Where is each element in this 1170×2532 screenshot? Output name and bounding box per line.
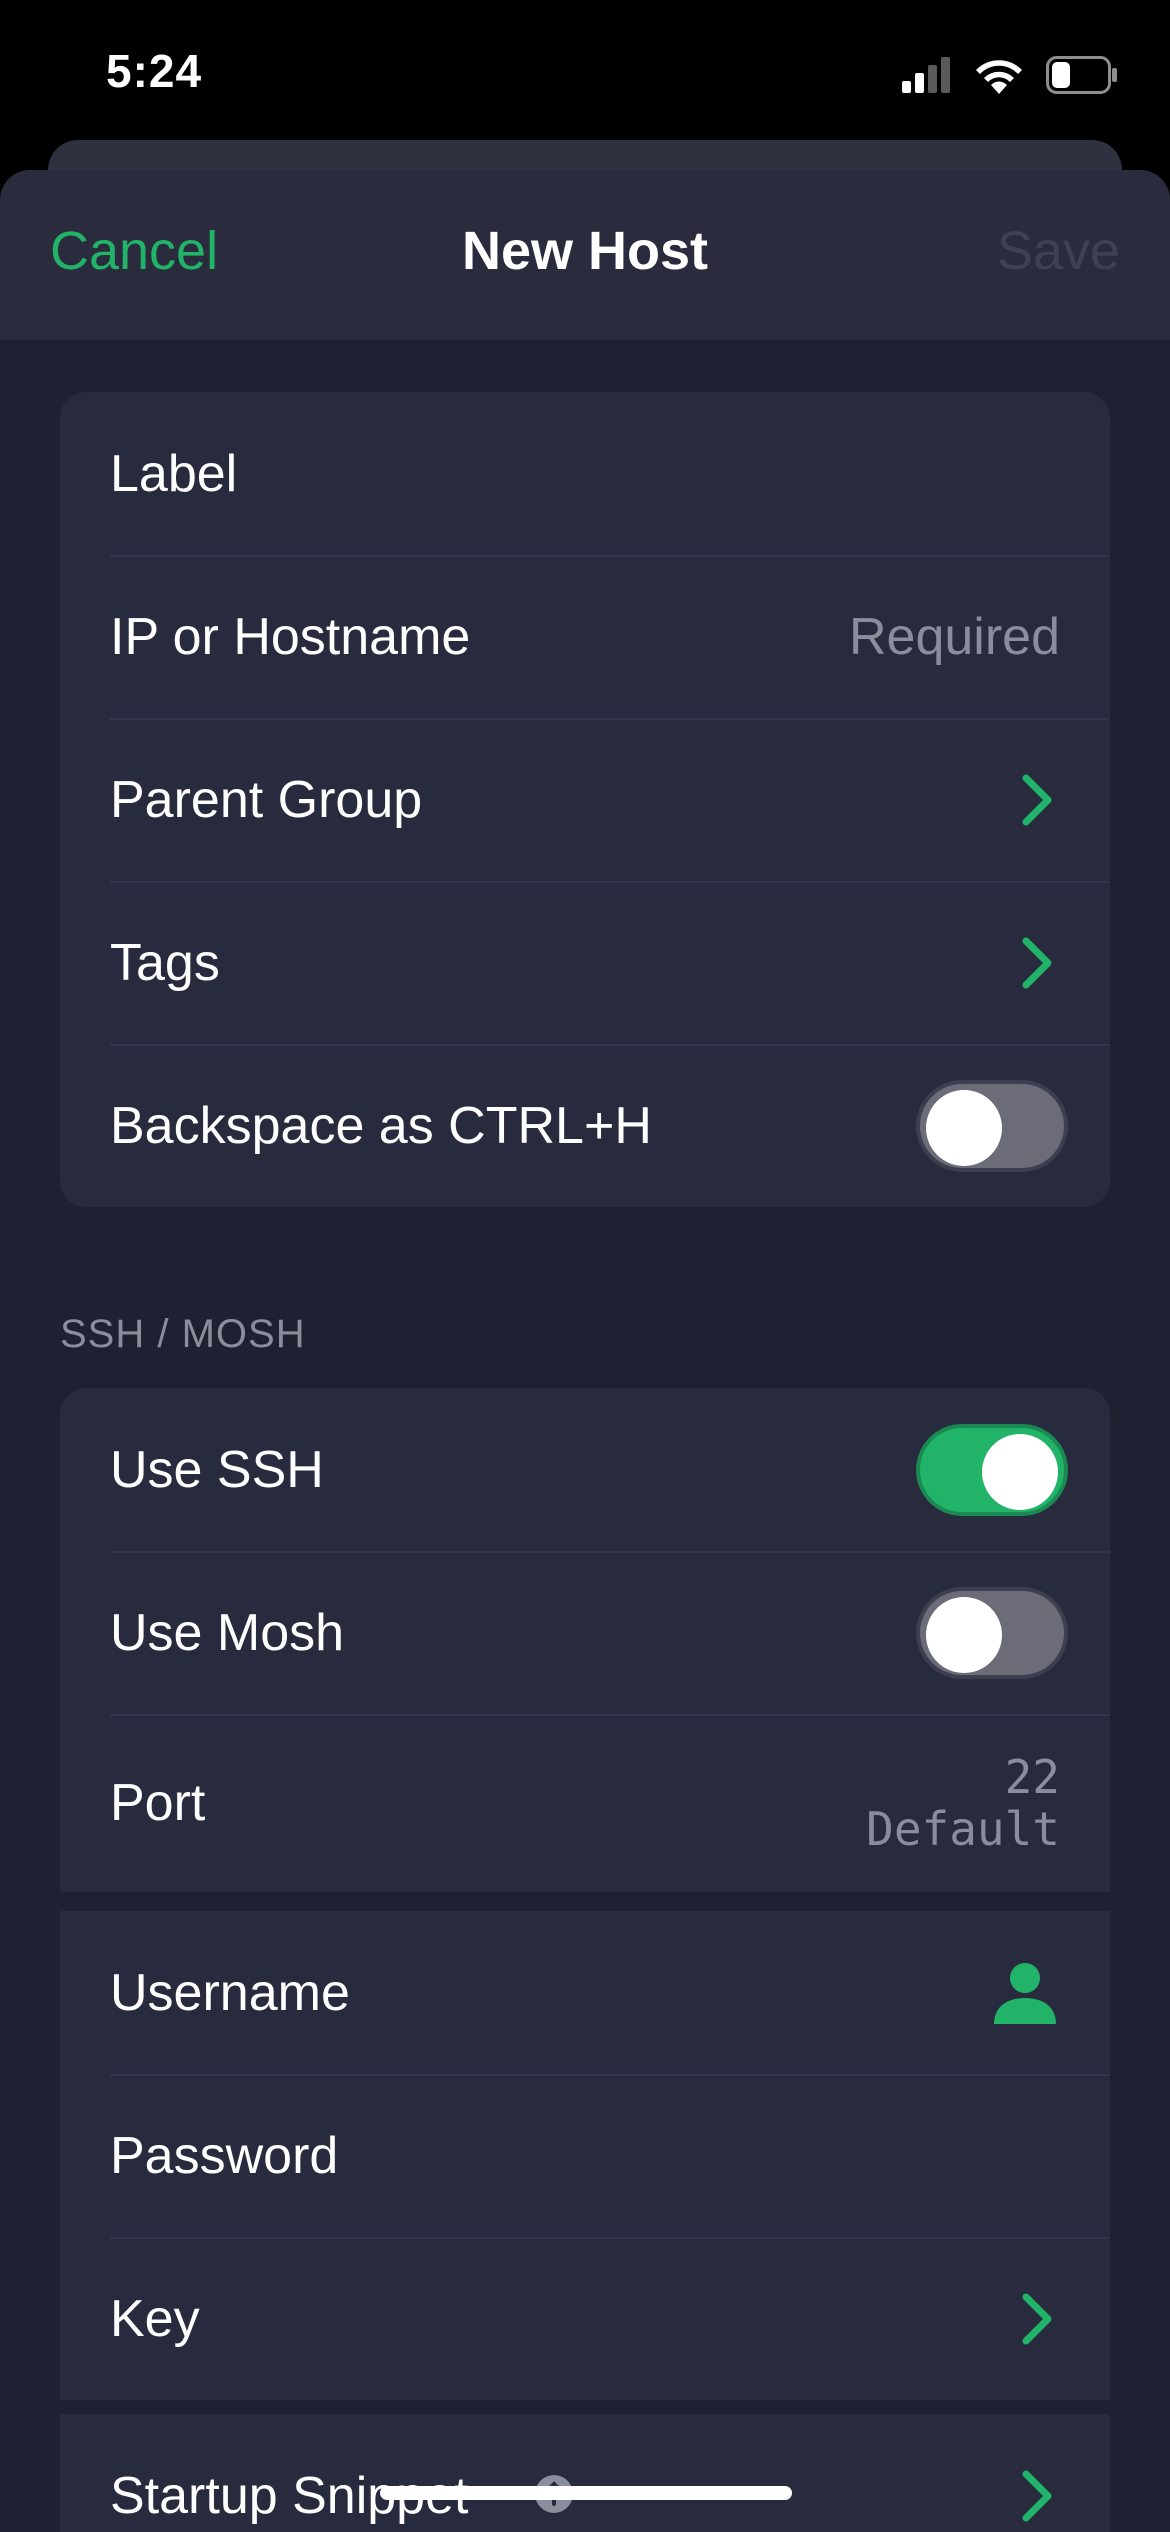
toggle-knob (926, 1089, 1002, 1166)
key-row[interactable]: Key (60, 2237, 1110, 2400)
general-settings-group: Label IP or Hostname Required Parent Gro… (60, 392, 1110, 1207)
chevron-right-icon (1022, 937, 1052, 988)
label-field-row[interactable]: Label (60, 392, 1110, 555)
username-label: Username (110, 1963, 350, 2022)
use-ssh-label: Use SSH (110, 1440, 324, 1499)
use-ssh-toggle[interactable] (916, 1423, 1068, 1516)
startup-snippet-row[interactable]: Startup Snippet (60, 2414, 1110, 2532)
cellular-signal-icon (902, 57, 950, 93)
port-value: 22 (1004, 1750, 1060, 1804)
tags-row[interactable]: Tags (60, 881, 1110, 1044)
chevron-right-icon (1022, 2293, 1052, 2344)
port-label: Port (110, 1774, 206, 1832)
backspace-label: Backspace as CTRL+H (110, 1096, 652, 1155)
tags-label: Tags (110, 933, 220, 992)
use-mosh-toggle[interactable] (916, 1586, 1068, 1679)
backspace-row: Backspace as CTRL+H (60, 1044, 1110, 1207)
chevron-right-icon (1022, 774, 1052, 825)
port-field[interactable]: 22 Default (866, 1751, 1060, 1855)
hostname-placeholder[interactable]: Required (849, 607, 1060, 667)
toggle-knob (926, 1596, 1002, 1673)
navigation-bar: Cancel New Host Save (0, 170, 1170, 340)
save-button[interactable]: Save (997, 220, 1120, 282)
backspace-toggle[interactable] (916, 1079, 1068, 1172)
page-title: New Host (461, 221, 709, 281)
hostname-label: IP or Hostname (110, 607, 471, 666)
ssh-settings-group: Use SSH Use Mosh Port 22 Default (60, 1388, 1110, 1892)
label-field-label: Label (110, 444, 238, 503)
person-icon[interactable] (992, 1960, 1058, 2026)
status-bar: 5:24 (0, 0, 1170, 150)
startup-group: Startup Snippet (60, 2414, 1110, 2532)
section-header-ssh-mosh: SSH / MOSH (60, 1312, 306, 1356)
credentials-group: Username Password Key (60, 1911, 1110, 2400)
key-label: Key (110, 2289, 200, 2348)
password-row[interactable]: Password (60, 2074, 1110, 2237)
new-host-sheet: Cancel New Host Save Label IP or Hostnam… (0, 170, 1170, 2532)
username-row[interactable]: Username (60, 1911, 1110, 2074)
password-label: Password (110, 2126, 339, 2185)
port-hint: Default (866, 1802, 1060, 1856)
wifi-icon (976, 60, 1022, 94)
home-indicator[interactable] (380, 2486, 792, 2500)
hostname-field-row[interactable]: IP or Hostname Required (60, 555, 1110, 718)
parent-group-row[interactable]: Parent Group (60, 718, 1110, 881)
battery-icon (1046, 56, 1117, 94)
toggle-knob (982, 1433, 1058, 1510)
use-mosh-label: Use Mosh (110, 1603, 345, 1662)
chevron-right-icon (1022, 2470, 1052, 2521)
use-ssh-row: Use SSH (60, 1388, 1110, 1551)
port-row[interactable]: Port 22 Default (60, 1714, 1110, 1892)
parent-group-label: Parent Group (110, 770, 423, 829)
use-mosh-row: Use Mosh (60, 1551, 1110, 1714)
status-time: 5:24 (106, 45, 203, 97)
status-icons (902, 52, 1118, 98)
